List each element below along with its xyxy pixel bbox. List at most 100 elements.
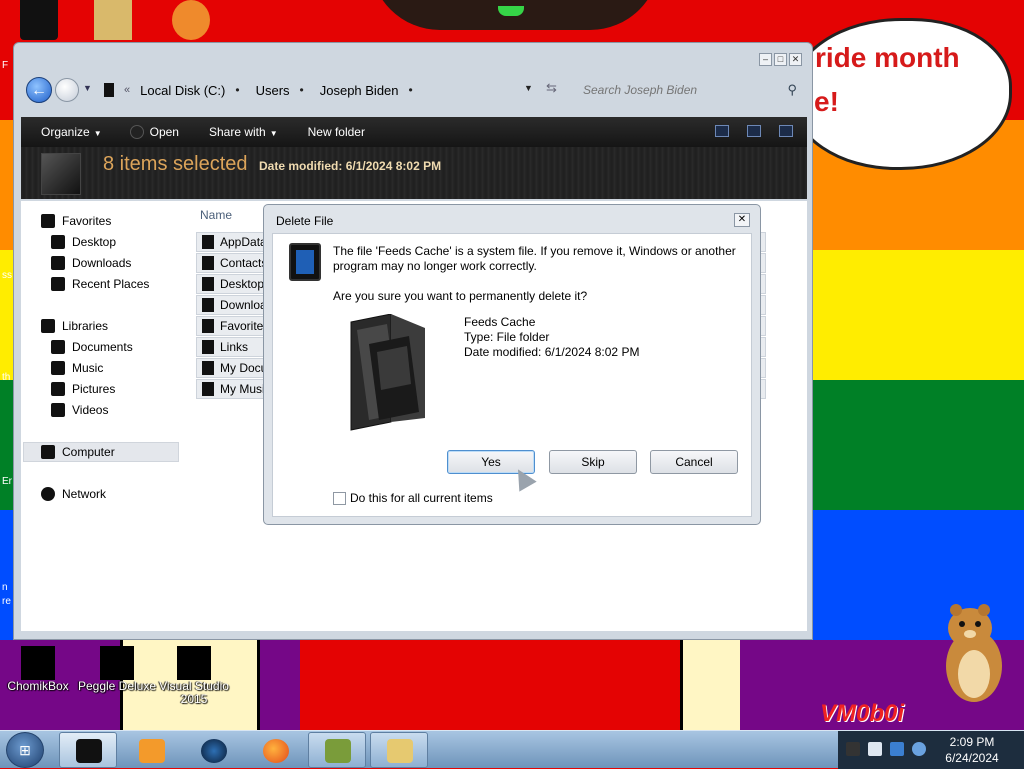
peggle-icon	[100, 646, 134, 680]
dialog-close-button[interactable]: ✕	[734, 213, 750, 227]
address-bar[interactable]: « Local Disk (C:) • Users • Joseph Biden…	[94, 77, 564, 103]
nav-item-libraries[interactable]: Libraries	[41, 319, 108, 333]
tray-display-icon[interactable]	[890, 742, 904, 756]
view-controls	[715, 125, 793, 137]
taskbar: ⊞ 2:09 PM 6/24/2024	[0, 730, 1024, 769]
recent-places-icon	[51, 277, 65, 291]
breadcrumb-user-folder[interactable]: Joseph Biden	[320, 83, 399, 98]
taskbar-media-player[interactable]	[120, 732, 178, 768]
breadcrumb-separator[interactable]: •	[409, 83, 413, 97]
navigation-pane: Favorites Desktop Downloads Recent Place…	[21, 201, 191, 631]
taskbar-browser-dark[interactable]	[184, 732, 242, 768]
globe-icon	[201, 739, 227, 763]
chevron-down-icon: ▼	[269, 129, 278, 138]
nav-item-computer[interactable]: Computer	[41, 445, 115, 459]
breadcrumb-separator[interactable]: •	[235, 83, 239, 97]
help-icon[interactable]	[779, 125, 793, 137]
nav-item-label: Network	[62, 487, 107, 501]
taskbar-explorer[interactable]	[59, 732, 117, 768]
tray-volume-icon[interactable]	[912, 742, 926, 756]
dialog-message: The file 'Feeds Cache' is a system file.…	[333, 244, 736, 273]
dialog-body: The file 'Feeds Cache' is a system file.…	[272, 233, 752, 517]
computer-icon	[41, 445, 55, 459]
chomikbox-icon	[325, 739, 351, 763]
breadcrumb-separator[interactable]: •	[300, 83, 304, 97]
taskbar-folder[interactable]	[370, 732, 428, 768]
dialog-title: Delete File	[276, 214, 334, 228]
folder-icon	[202, 298, 214, 312]
folder-icon	[202, 382, 214, 396]
new-folder-button[interactable]: New folder	[308, 125, 365, 139]
organize-button[interactable]: Organize ▼	[41, 125, 102, 139]
chevron-left-icon[interactable]: «	[124, 84, 130, 96]
start-button[interactable]: ⊞	[6, 732, 44, 768]
speech-bubble-text-2: e!	[814, 86, 839, 117]
breadcrumb-local-disk[interactable]: Local Disk (C:)	[140, 83, 225, 98]
desktop-icon-trash[interactable]	[20, 0, 58, 40]
search-box[interactable]: ⚲	[571, 77, 803, 103]
date-modified-value: 6/1/2024 8:02 PM	[345, 159, 442, 173]
tray-network-icon[interactable]	[868, 742, 882, 756]
folder-icon	[202, 256, 214, 270]
nav-item-favorites[interactable]: Favorites	[41, 214, 111, 228]
change-view-icon[interactable]	[715, 125, 729, 137]
nav-item-desktop[interactable]: Desktop	[51, 235, 116, 249]
edge-text: ss	[2, 270, 12, 281]
nav-item-documents[interactable]: Documents	[51, 340, 133, 354]
speech-bubble-text-1: ride month	[815, 42, 960, 73]
apply-to-all-option[interactable]: Do this for all current items	[333, 491, 493, 505]
dialog-question: Are you sure you want to permanently del…	[333, 289, 588, 303]
folder-icon	[202, 235, 214, 249]
nav-item-music[interactable]: Music	[51, 361, 103, 375]
skip-button[interactable]: Skip	[549, 450, 637, 474]
nav-item-downloads[interactable]: Downloads	[51, 256, 131, 270]
share-with-button[interactable]: Share with ▼	[209, 125, 278, 139]
search-input[interactable]	[581, 82, 781, 98]
close-button[interactable]: ✕	[789, 53, 802, 66]
nav-item-videos[interactable]: Videos	[51, 403, 108, 417]
taskbar-firefox[interactable]	[246, 732, 304, 768]
history-dropdown-icon[interactable]: ▼	[83, 83, 92, 93]
open-icon	[129, 125, 144, 140]
nav-item-label: Music	[72, 361, 104, 375]
search-icon[interactable]: ⚲	[787, 82, 797, 98]
refresh-icon[interactable]: ⇆	[546, 80, 557, 96]
maximize-button[interactable]: □	[774, 53, 787, 66]
wallpaper-cream-panel-right	[680, 640, 740, 730]
taskbar-clock[interactable]: 2:09 PM 6/24/2024	[926, 734, 1018, 766]
desktop-icon-visual-studio[interactable]: Visual Studio 2015	[144, 646, 244, 706]
media-player-icon	[139, 739, 165, 763]
selection-count: 8 items selected	[103, 153, 248, 175]
clock-date: 6/24/2024	[945, 751, 999, 765]
address-row: ← ▼ « Local Disk (C:) • Users • Joseph B…	[26, 75, 802, 105]
apply-to-all-label: Do this for all current items	[350, 491, 493, 505]
file-name: Desktop	[220, 277, 265, 291]
forward-button[interactable]	[55, 78, 79, 102]
nav-item-label: Desktop	[72, 235, 117, 249]
nav-item-network[interactable]: Network	[41, 487, 106, 501]
tray-arrow-icon[interactable]	[846, 742, 860, 756]
apply-to-all-checkbox[interactable]	[333, 491, 346, 505]
desktop-icon-folder[interactable]	[94, 0, 132, 40]
taskbar-chomikbox[interactable]	[308, 732, 366, 768]
cancel-button[interactable]: Cancel	[650, 450, 738, 474]
firefox-icon	[263, 739, 289, 763]
file-info-type: Type: File folder	[464, 330, 550, 344]
back-button[interactable]: ←	[26, 77, 52, 103]
preview-pane-icon[interactable]	[747, 125, 761, 137]
address-dropdown-icon[interactable]: ▼	[524, 83, 533, 93]
breadcrumb-users[interactable]: Users	[256, 83, 290, 98]
nav-item-pictures[interactable]: Pictures	[51, 382, 115, 396]
edge-text: th	[2, 372, 11, 383]
chomikbox-icon	[21, 646, 55, 680]
column-header-name[interactable]: Name	[200, 208, 232, 222]
nav-item-recent-places[interactable]: Recent Places	[51, 277, 149, 291]
edge-text: re	[2, 596, 11, 607]
downloads-icon	[51, 256, 65, 270]
minimize-button[interactable]: –	[759, 53, 772, 66]
libraries-icon	[41, 319, 55, 333]
file-name: Favorites	[220, 319, 270, 333]
chevron-down-icon: ▼	[93, 129, 102, 138]
desktop-icon-app[interactable]	[172, 0, 210, 40]
open-button[interactable]: Open	[129, 125, 179, 140]
